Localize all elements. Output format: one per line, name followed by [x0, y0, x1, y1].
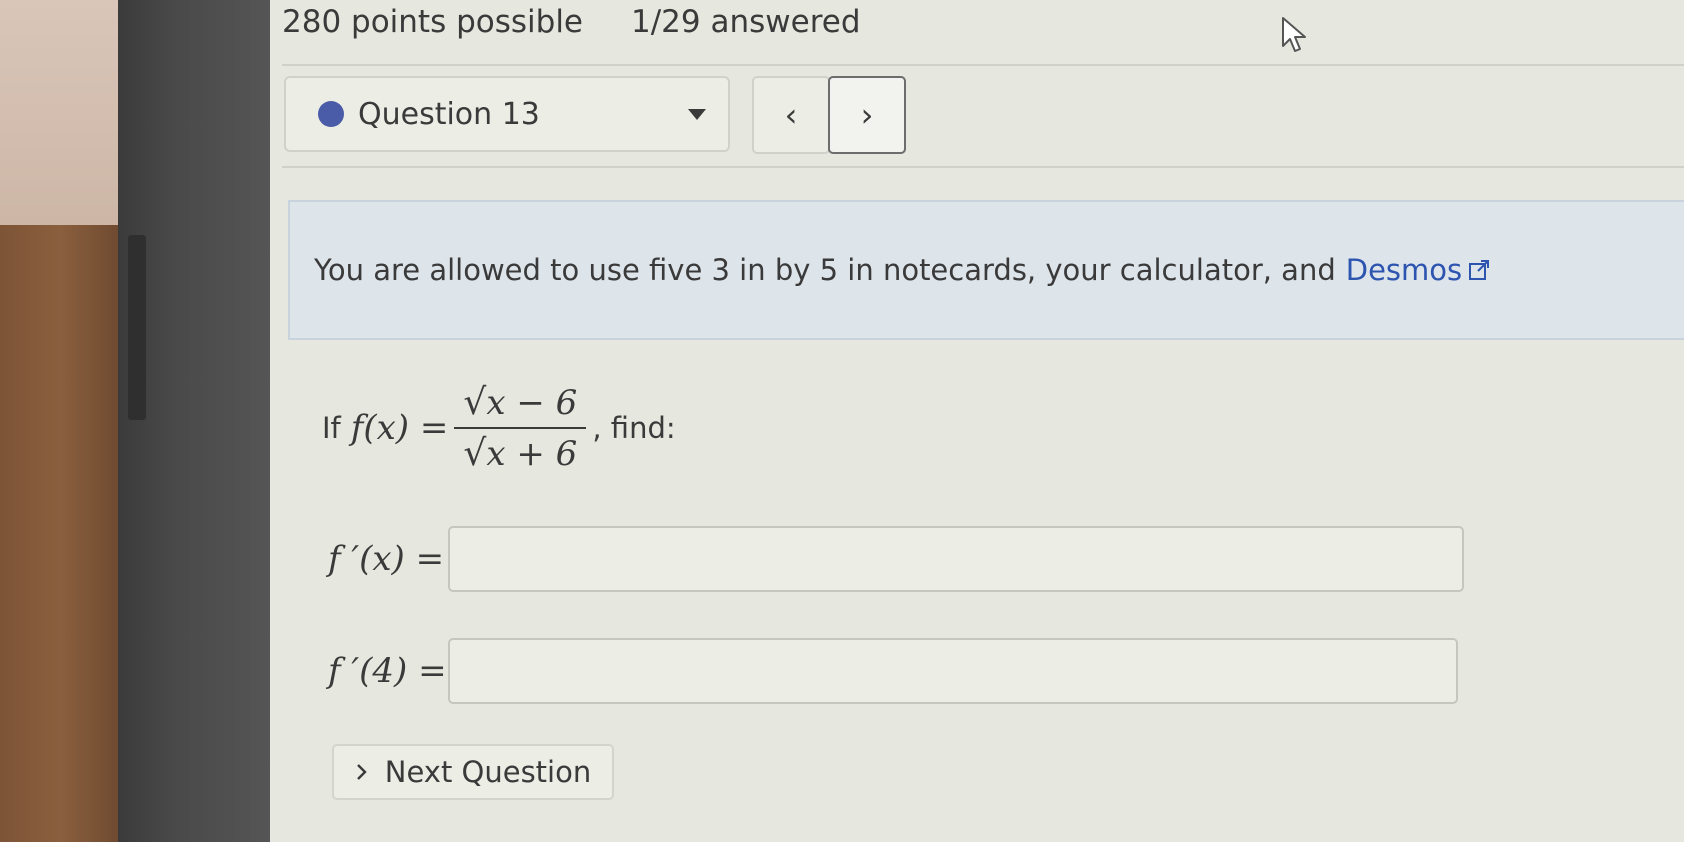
answer-row-derivative: f ′(x) = — [328, 526, 1464, 592]
answer-row-derivative-at-4: f ′(4) = — [328, 638, 1458, 704]
monitor-bezel — [118, 0, 270, 842]
numerator-text: x − 6 — [486, 382, 578, 423]
derivative-at-4-answer-input[interactable] — [448, 638, 1458, 704]
assignment-status-bar: 280 points possible 1/29 answered — [282, 2, 861, 42]
notice-text: You are allowed to use five 3 in by 5 in… — [314, 253, 1336, 287]
denominator-text: x + 6 — [486, 433, 578, 474]
fraction-numerator: √ x − 6 — [463, 382, 577, 423]
question-select[interactable]: Question 13 — [284, 76, 730, 152]
sqrt-icon: √ — [463, 433, 487, 474]
divider — [282, 166, 1684, 168]
chevron-right-icon — [356, 764, 367, 780]
next-question-arrow-button[interactable]: › — [828, 76, 906, 154]
fraction-bar — [454, 427, 587, 429]
answered-count: 1/29 answered — [631, 4, 861, 40]
instructions-notice: You are allowed to use five 3 in by 5 in… — [288, 200, 1684, 340]
next-question-label: Next Question — [384, 755, 592, 789]
caret-down-icon — [688, 108, 706, 120]
derivative-answer-input[interactable] — [448, 526, 1464, 592]
points-possible: 280 points possible — [282, 4, 584, 40]
sqrt-icon: √ — [463, 382, 487, 423]
function-fraction: √ x − 6 √ x + 6 — [454, 382, 587, 474]
question-prompt: If f(x) = √ x − 6 √ x + 6 , find: — [322, 382, 676, 474]
answer-label: f ′(4) = — [328, 651, 447, 691]
function-name: f(x) = — [350, 408, 449, 448]
next-question-button[interactable]: Next Question — [332, 744, 614, 800]
desmos-link[interactable]: Desmos — [1346, 253, 1462, 287]
background-desk — [0, 225, 120, 842]
chevron-left-icon: ‹ — [784, 96, 798, 134]
screen: 280 points possible 1/29 answered Questi… — [270, 0, 1684, 842]
monitor-bezel-notch — [128, 235, 146, 420]
mouse-cursor-icon — [1282, 17, 1306, 52]
external-link-icon[interactable] — [1468, 259, 1490, 281]
chevron-right-icon: › — [860, 96, 874, 134]
question-select-label: Question 13 — [358, 96, 540, 132]
divider — [282, 64, 1684, 66]
background-wall — [0, 0, 120, 225]
question-status-dot-icon — [318, 101, 344, 127]
previous-question-button[interactable]: ‹ — [752, 76, 830, 154]
question-suffix: , find: — [592, 411, 676, 445]
fraction-denominator: √ x + 6 — [463, 433, 577, 474]
question-prefix: If — [322, 411, 341, 445]
answer-label: f ′(x) = — [328, 539, 445, 579]
